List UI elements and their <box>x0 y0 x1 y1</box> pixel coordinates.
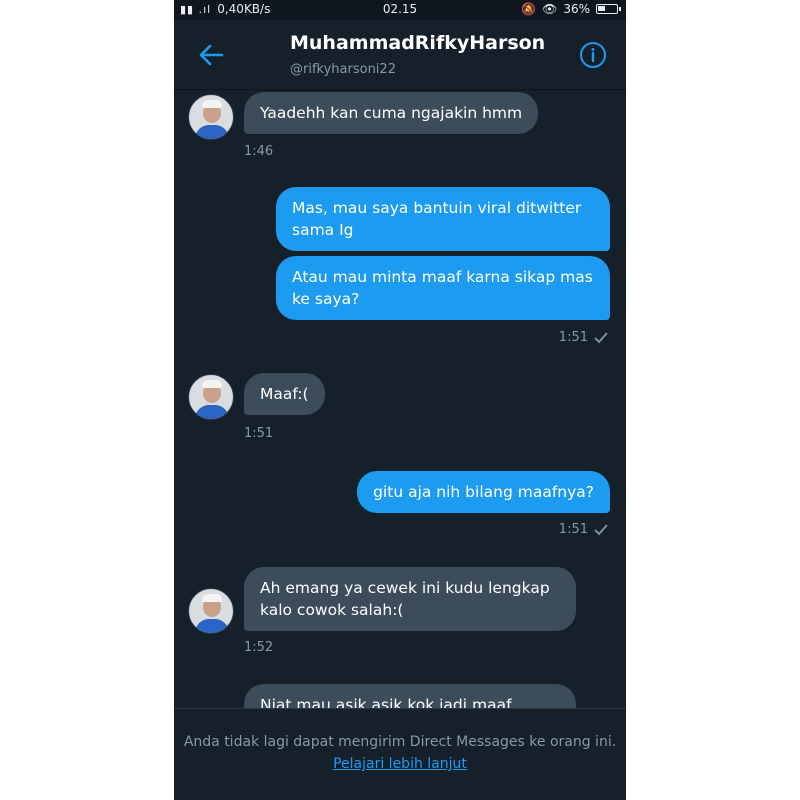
message-time: 1:51 <box>244 426 274 441</box>
learn-more-link[interactable]: Pelajari lebih lanjut <box>333 756 467 772</box>
received-message[interactable]: Ah emang ya cewek ini kudu lengkap kalo … <box>244 567 576 631</box>
check-icon <box>594 331 608 343</box>
sent-message[interactable]: Atau mau minta maaf karna sikap mas ke s… <box>276 256 610 320</box>
avatar[interactable] <box>188 374 234 420</box>
battery-level: 36% <box>563 2 590 16</box>
message-time-row: 1:51 <box>559 330 608 345</box>
dm-restriction-notice: Anda tidak lagi dapat mengirim Direct Me… <box>174 708 626 800</box>
message-time: 1:51 <box>558 330 588 345</box>
message-time: 1:46 <box>244 144 274 159</box>
received-message[interactable]: Maaf:( <box>244 373 325 415</box>
battery-icon <box>596 4 621 14</box>
status-bar: ▮▮ .ıl 0,40KB/s 02.15 🔕 👁 36% <box>174 0 626 20</box>
message-time: 1:52 <box>244 640 274 655</box>
conversation-header: MuhammadRifkyHarson @rifkyharsoni22 <box>174 20 626 90</box>
sent-message[interactable]: gitu aja nih bilang maafnya? <box>357 471 610 513</box>
back-arrow-icon[interactable] <box>196 40 226 70</box>
info-icon[interactable] <box>578 40 608 70</box>
message-time-row: 1:51 <box>559 522 608 537</box>
message-thread[interactable]: Yaadehh kan cuma ngajakin hmm 1:46 Mas, … <box>174 90 626 708</box>
eye-icon: 👁 <box>542 2 558 16</box>
avatar[interactable] <box>188 588 234 634</box>
contact-handle: @rifkyharsoni22 <box>290 62 396 77</box>
avatar[interactable] <box>188 94 234 140</box>
notice-text: Anda tidak lagi dapat mengirim Direct Me… <box>183 734 617 750</box>
received-message[interactable]: Niat mau asik asik kok jadi maaf <box>244 684 576 708</box>
mute-icon: 🔕 <box>521 2 537 16</box>
message-time: 1:51 <box>558 522 588 537</box>
sent-message[interactable]: Mas, mau saya bantuin viral ditwitter sa… <box>276 187 610 251</box>
check-icon <box>594 523 608 535</box>
contact-name[interactable]: MuhammadRifkyHarson <box>290 32 545 54</box>
phone-screen: ▮▮ .ıl 0,40KB/s 02.15 🔕 👁 36% MuhammadRi… <box>174 0 626 800</box>
received-message[interactable]: Yaadehh kan cuma ngajakin hmm <box>244 92 539 134</box>
